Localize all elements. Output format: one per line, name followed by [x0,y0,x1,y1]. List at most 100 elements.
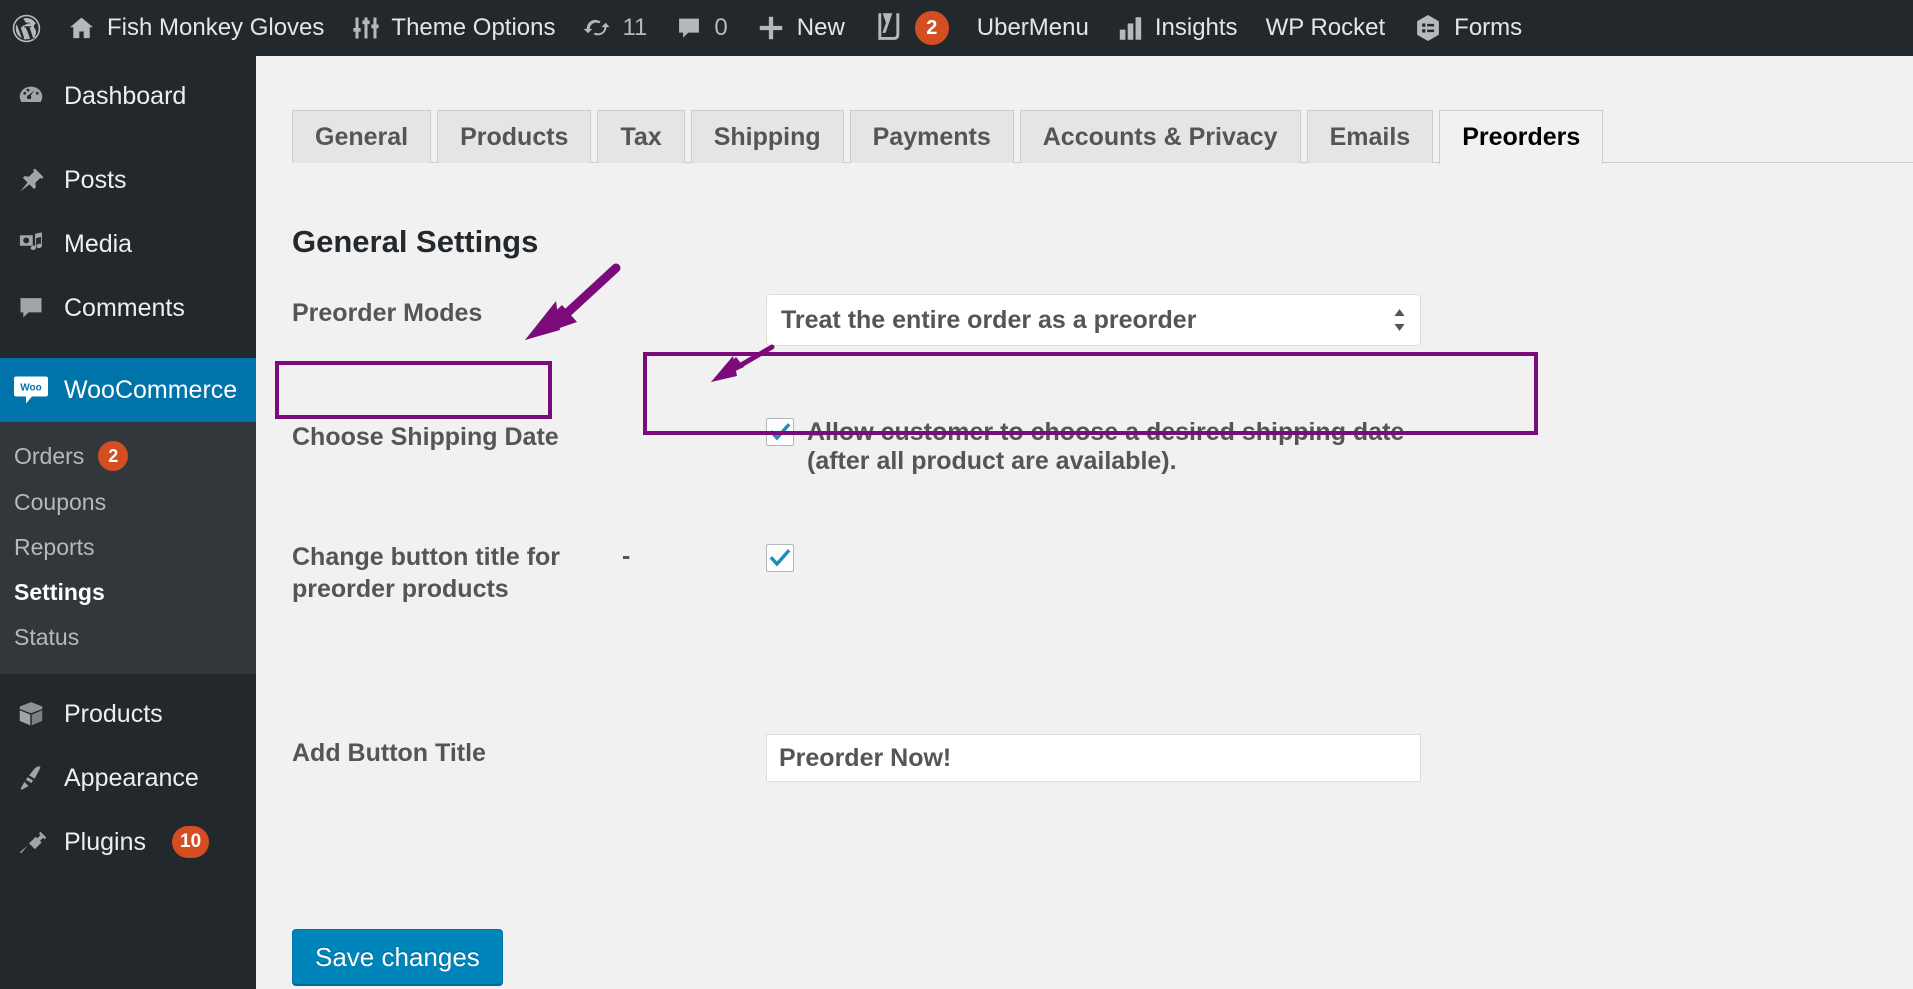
dashboard-icon [14,81,48,111]
adminbar-ubermenu[interactable]: UberMenu [963,0,1103,56]
submenu-item-label: Coupons [14,489,107,515]
row-add-button-title: Add Button Title [292,640,1892,782]
adminbar-wp-rocket-label: WP Rocket [1265,14,1386,41]
sidebar-item-settings[interactable]: Settings [0,570,256,615]
sidebar-item-media[interactable]: Media [0,212,256,276]
tab-shipping[interactable]: Shipping [690,110,844,163]
row-change-button-title: Change button title for preorder product… [292,520,1892,640]
change-button-title-dash: - [622,542,631,570]
products-icon [14,699,48,729]
sidebar-item-label: Appearance [64,763,199,792]
change-button-title-label: Change button title for preorder product… [292,543,561,603]
sidebar-item-label: WooCommerce [64,375,238,404]
sidebar-item-label: Products [64,699,163,728]
tab-label: Payments [872,122,991,151]
row-preorder-modes: Preorder Modes Treat the entire order as… [292,294,1892,390]
change-button-title-checkbox[interactable] [766,544,794,572]
preorder-modes-label: Preorder Modes [292,299,483,327]
sidebar-item-posts[interactable]: Posts [0,148,256,212]
save-changes-button[interactable]: Save changes [292,929,503,985]
sidebar-item-label: Comments [64,293,185,322]
submenu-item-label: Status [14,624,80,650]
tab-emails[interactable]: Emails [1306,110,1434,163]
tab-general[interactable]: General [292,110,432,163]
preorder-modes-select[interactable]: Treat the entire order as a preorder [766,294,1421,346]
comment-bubble-icon [675,14,703,42]
add-button-title-label: Add Button Title [292,739,486,767]
sidebar-item-coupons[interactable]: Coupons [0,480,256,525]
orders-count-badge: 2 [98,441,129,471]
sidebar-item-appearance[interactable]: Appearance [0,746,256,810]
checkbox-label-line-1: Allow customer to choose a desired shipp… [807,418,1405,446]
adminbar-theme-options[interactable]: Theme Options [338,0,569,56]
svg-text:Woo: Woo [20,383,41,394]
adminbar-new-content[interactable]: New [742,0,859,56]
settings-tabs: General Products Tax Shipping Payments A… [292,103,1913,164]
tab-products[interactable]: Products [437,110,592,163]
adminbar-forms[interactable]: Forms [1399,0,1536,56]
allow-customer-checkbox-row[interactable]: Allow customer to choose a desired shipp… [766,418,1892,476]
forms-icon [1413,13,1443,43]
updates-icon [583,14,611,42]
allow-customer-checkbox[interactable] [766,418,794,446]
tab-label: Accounts & Privacy [1042,122,1278,151]
settings-content: General Products Tax Shipping Payments A… [256,56,1913,989]
allow-customer-checkbox-label: Allow customer to choose a desired shipp… [807,418,1404,476]
submenu-item-label: Orders [14,442,85,469]
tab-label: General [315,122,409,151]
plugins-count-badge: 10 [172,826,210,858]
submenu-item-label: Settings [14,579,105,605]
adminbar-theme-options-label: Theme Options [391,14,556,41]
tab-label: Preorders [1462,123,1581,151]
preorders-settings-form: Preorder Modes Treat the entire order as… [292,294,1892,782]
tab-preorders[interactable]: Preorders [1439,110,1604,164]
home-icon [67,14,96,43]
add-button-title-input[interactable] [766,734,1421,782]
row-choose-shipping-date: Choose Shipping Date Allow customer to c… [292,390,1892,520]
wordpress-icon [10,12,43,45]
sidebar-item-comments[interactable]: Comments [0,276,256,340]
sidebar-item-label: Posts [64,165,127,194]
adminbar-comments[interactable]: 0 [661,0,741,56]
adminbar-insights-label: Insights [1154,14,1238,41]
adminbar-site-name[interactable]: Fish Monkey Gloves [53,0,338,56]
pin-icon [14,166,48,194]
submenu-item-label: Reports [14,534,95,560]
sidebar-item-products[interactable]: Products [0,682,256,746]
sidebar-item-orders[interactable]: Orders 2 [0,432,256,480]
sidebar-item-plugins[interactable]: Plugins 10 [0,810,256,874]
adminbar-insights[interactable]: Insights [1103,0,1252,56]
adminbar-wp-rocket[interactable]: WP Rocket [1252,0,1400,56]
adminbar-wp-logo[interactable] [0,0,53,56]
sidebar-item-label: Media [64,229,133,258]
adminbar-comments-count: 0 [714,14,728,41]
plus-icon [756,13,786,43]
adminbar-yoast-seo[interactable]: 2 [859,0,963,56]
tab-label: Emails [1329,122,1411,151]
sidebar-item-dashboard[interactable]: Dashboard [0,64,256,128]
admin-bar: Fish Monkey Gloves Theme Options 11 0 Ne… [0,0,1913,56]
adminbar-forms-label: Forms [1454,14,1523,41]
sidebar-item-status[interactable]: Status [0,615,256,660]
adminbar-updates[interactable]: 11 [569,0,661,56]
sidebar-item-label: Plugins [64,827,146,856]
woocommerce-submenu: Orders 2 Coupons Reports Settings Status [0,422,256,674]
admin-sidebar-menu: Dashboard Posts Media Comments Woo WooCo… [0,56,256,989]
tab-accounts-privacy[interactable]: Accounts & Privacy [1019,110,1301,163]
tab-tax[interactable]: Tax [597,110,685,163]
page-title: General Settings [292,224,539,259]
tab-label: Products [460,122,569,151]
checkmark-icon [769,549,791,567]
comment-icon [14,294,48,322]
plugins-icon [14,828,48,857]
woo-icon: Woo [14,375,48,405]
yoast-icon [873,12,904,45]
sidebar-item-woocommerce[interactable]: Woo WooCommerce [0,358,256,422]
tab-payments[interactable]: Payments [849,110,1014,163]
sidebar-item-reports[interactable]: Reports [0,525,256,570]
bar-chart-icon [1117,15,1144,42]
preorder-modes-select-wrap: Treat the entire order as a preorder [766,294,1421,346]
media-icon [14,230,48,258]
